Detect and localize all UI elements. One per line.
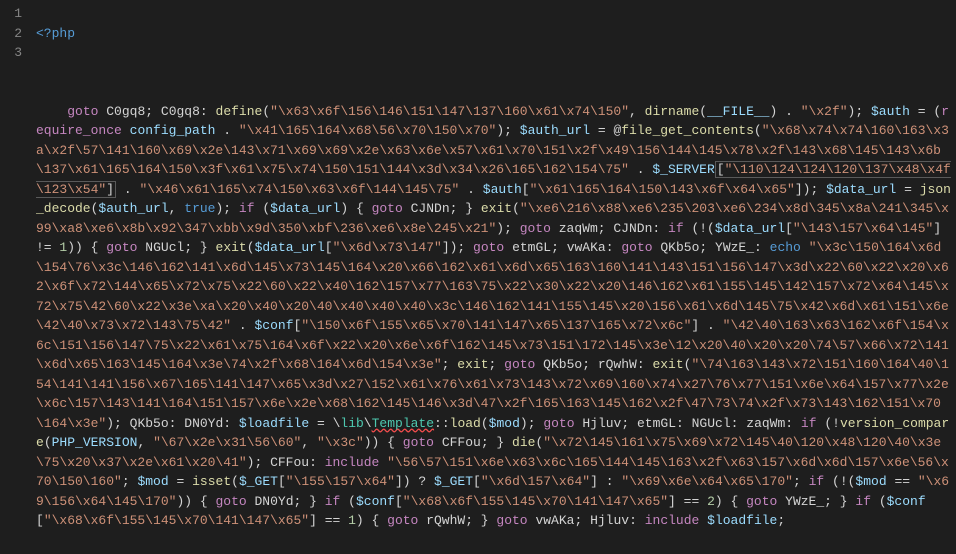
line-number: 3 [8, 43, 22, 63]
error-squiggle: Template [372, 416, 434, 431]
line-number: 1 [8, 4, 22, 24]
code-line-3: goto C0gq8; C0gq8: define("\x63\x6f\156\… [36, 102, 956, 531]
line-gutter: 1 2 3 [0, 0, 36, 554]
code-area[interactable]: <?php goto C0gq8; C0gq8: define("\x63\x6… [36, 0, 956, 554]
code-editor: 1 2 3 <?php goto C0gq8; C0gq8: define("\… [0, 0, 956, 554]
php-open-tag: <?php [36, 26, 75, 41]
line-number: 2 [8, 24, 22, 44]
